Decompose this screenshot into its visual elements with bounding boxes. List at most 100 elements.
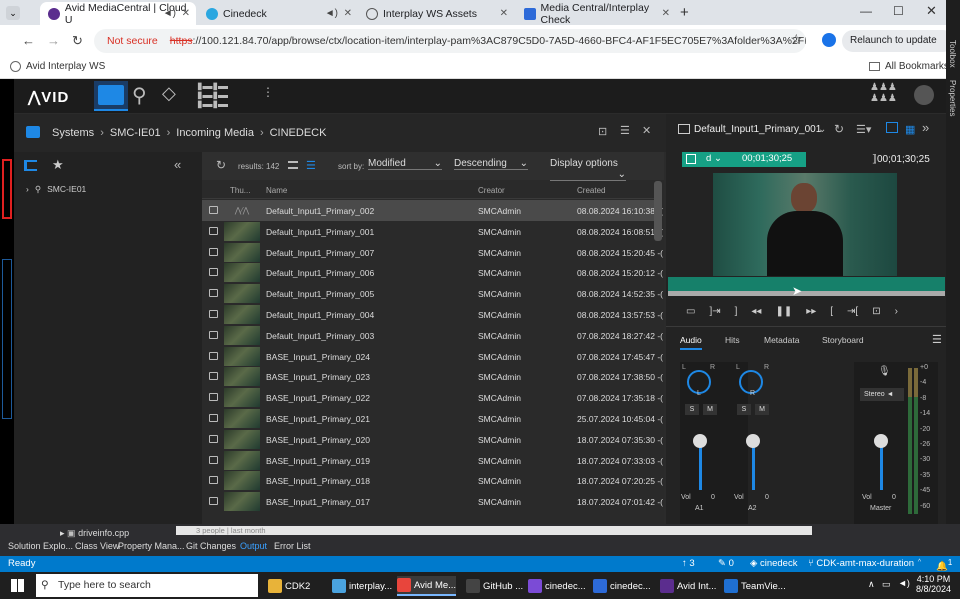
mark-in-icon[interactable]: ]⇥ [709,306,720,317]
tab-hits[interactable]: Hits [725,335,740,345]
more-icon[interactable]: ⋮ [262,85,274,99]
notification-icons[interactable]: ♟♟♟ ♟♟♟ [870,82,897,104]
toolbox-tab[interactable]: Toolbox [948,40,957,68]
timecode-bar[interactable]: d ⌄ 00;01;30;25 [682,152,806,167]
forward-button[interactable]: → [47,33,60,48]
video-frame[interactable] [713,173,897,276]
vs-tab[interactable]: Solution Explo... [8,541,73,551]
collapse-icon[interactable]: « [174,157,181,172]
minimize-button[interactable]: — [860,4,872,18]
refresh-icon[interactable]: ↻ [216,158,226,172]
row-checkbox[interactable] [209,434,218,443]
crumb-systems[interactable]: Systems [52,127,94,139]
table-row[interactable]: ⋀⁄⋀ Default_Input1_Primary_002 SMCAdmin 08.… [202,200,663,221]
taskbar-search[interactable]: ⚲ Type here to search [36,574,258,597]
table-row[interactable]: BASE_Input1_Primary_017 SMCAdmin 18.07.202… [202,491,663,512]
chevron-down-icon[interactable]: ⌄ [818,124,826,135]
row-checkbox[interactable] [209,268,218,277]
taskbar-app[interactable]: cinedec... [593,576,651,596]
fader-handle[interactable] [693,434,707,448]
changes-count[interactable]: ✎ 0 [718,558,734,569]
table-row[interactable]: Default_Input1_Primary_001 SMCAdmin 08.08.… [202,221,663,242]
table-row[interactable]: Default_Input1_Primary_005 SMCAdmin 08.08.… [202,283,663,304]
table-row[interactable]: BASE_Input1_Primary_024 SMCAdmin 07.08.202… [202,346,663,367]
table-row[interactable]: Default_Input1_Primary_006 SMCAdmin 08.08.… [202,262,663,283]
taskbar-app[interactable]: GitHub ... [466,576,523,596]
properties-tab[interactable]: Properties [948,80,957,116]
tab-storyboard[interactable]: Storyboard [822,335,864,345]
mute-button[interactable]: M [703,404,717,415]
row-checkbox[interactable] [209,289,218,298]
relaunch-button[interactable]: Relaunch to update ⋮ [842,30,954,52]
reload-button[interactable]: ↻ [72,33,83,49]
pause-icon[interactable]: ❚❚ [775,306,792,317]
tab-mediacentral-check[interactable]: Media Central/Interplay Check ✕ [516,2,676,26]
repo-name[interactable]: ◈ cinedeck [750,558,797,569]
network-icon[interactable]: ▭ [882,579,891,590]
tree-item-smc[interactable]: › ⚲ SMC-IE01 [26,184,86,195]
crumb-incoming[interactable]: Incoming Media [176,127,254,139]
browse-tab[interactable] [94,81,128,111]
table-row[interactable]: BASE_Input1_Primary_020 SMCAdmin 18.07.202… [202,429,663,450]
row-checkbox[interactable] [209,414,218,422]
table-row[interactable]: Default_Input1_Primary_003 SMCAdmin 07.08.… [202,325,663,346]
step-forward-icon[interactable]: ▸▸ [806,306,816,317]
step-back-icon[interactable]: ◂◂ [751,306,761,317]
link-icon[interactable]: ◇ [162,83,176,104]
menu-icon[interactable]: ☰ [932,333,942,346]
row-checkbox[interactable] [209,351,218,360]
push-count[interactable]: ↑ 3 [682,558,695,569]
volume-icon[interactable]: ◄) [898,578,910,588]
taskbar-app[interactable]: interplay... [332,576,392,596]
table-row[interactable]: Default_Input1_Primary_004 SMCAdmin 08.08.… [202,304,663,325]
windows-start-icon[interactable] [11,579,24,592]
favorites-star-icon[interactable]: ★ [52,157,64,173]
grid-icon[interactable]: ▦ [905,123,915,136]
bookmark-avid[interactable]: Avid Interplay WS [10,61,105,72]
subclip-icon[interactable]: ⊡ [872,306,880,317]
grid-view-icon[interactable] [288,161,298,169]
in-point-icon[interactable]: [ [830,306,833,317]
close-icon[interactable]: ✕ [642,124,651,137]
timeline-bar[interactable] [668,277,945,291]
col-name[interactable]: Name [266,186,287,195]
tab-metadata[interactable]: Metadata [764,335,799,345]
clock[interactable]: 4:10 PM 8/8/2024 [916,574,951,594]
vs-tab[interactable]: Output [240,541,267,551]
row-checkbox[interactable] [209,455,218,464]
table-row[interactable]: Default_Input1_Primary_007 SMCAdmin 08.08.… [202,242,663,263]
table-row[interactable]: BASE_Input1_Primary_019 SMCAdmin 18.07.202… [202,450,663,471]
new-tab-button[interactable]: + [680,4,689,21]
tab-cinedeck[interactable]: Cinedeck ◄) ✕ [198,2,358,25]
more-right-icon[interactable]: › [895,306,898,317]
row-checkbox[interactable] [209,310,218,318]
table-row[interactable]: BASE_Input1_Primary_022 SMCAdmin 07.08.202… [202,387,663,408]
crumb-smc[interactable]: SMC-IE01 [110,127,161,139]
vs-tab[interactable]: Error List [274,541,311,551]
tab-search-icon[interactable]: ⌄ [6,6,20,20]
col-thumb[interactable]: Thu... [230,186,250,195]
branch-name[interactable]: ⑂ CDK-amt-max-duration ⌃ [808,558,922,569]
display-options-select[interactable]: Display options ⌄ [550,158,626,181]
bell-icon[interactable]: 🔔1 [936,558,952,572]
back-button[interactable]: ← [22,33,35,48]
tab-interplay[interactable]: Interplay WS Assets ✕ [358,2,514,25]
monitor-icon[interactable]: ▭ [686,306,695,317]
vs-tab[interactable]: Git Changes [186,541,236,551]
taskbar-app[interactable]: CDK2 [268,576,310,596]
row-checkbox[interactable] [209,330,218,339]
scrollbar[interactable] [654,181,662,241]
rundown-icons[interactable]: ▮▬▮▬ ▮▬▮▬ ▮▬▮▬ [197,82,228,110]
row-checkbox[interactable] [209,476,218,485]
all-bookmarks[interactable]: All Bookmarks [869,61,949,72]
clip-name[interactable]: Default_Input1_Primary_001 [694,124,821,135]
maximize-button[interactable]: ☐ [893,4,904,18]
layout-icon[interactable]: ☰▾ [856,123,871,136]
go-to-in-icon[interactable]: ⇥[ [847,306,858,317]
menu-icon[interactable]: ☰ [620,124,630,137]
taskbar-app[interactable]: cinedec... [528,576,586,596]
fader-handle[interactable] [746,434,760,448]
solo-button[interactable]: S [685,404,699,415]
crumb-cinedeck[interactable]: CINEDECK [270,127,327,139]
mark-out-icon[interactable]: ] [735,306,738,317]
